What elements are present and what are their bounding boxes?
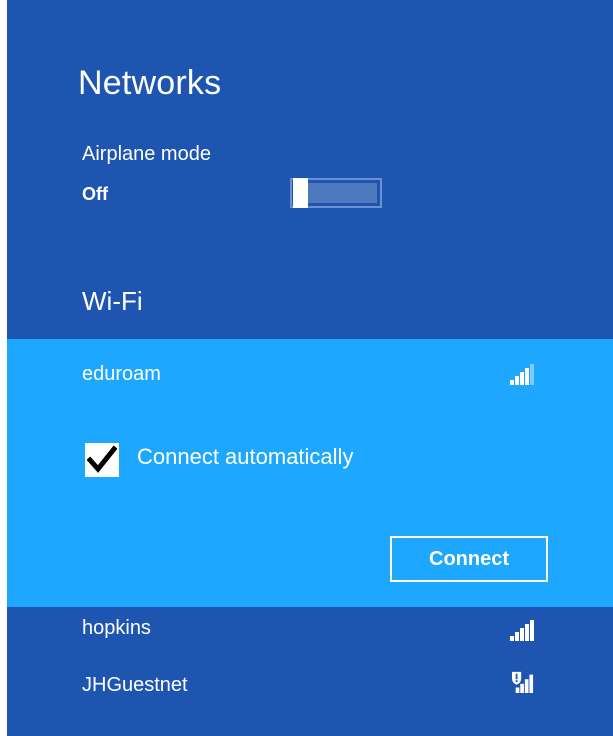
wifi-section-header: Wi-Fi bbox=[82, 286, 143, 316]
networks-panel: Networks Airplane mode Off Wi-Fi eduroam… bbox=[7, 0, 613, 736]
network-item-hopkins[interactable]: hopkins bbox=[7, 617, 613, 663]
airplane-mode-label: Airplane mode bbox=[82, 143, 211, 165]
checkmark-icon bbox=[87, 445, 117, 473]
toggle-track bbox=[308, 183, 377, 203]
wifi-signal-unsecured-icon bbox=[512, 671, 534, 693]
toggle-thumb[interactable] bbox=[293, 178, 308, 208]
page-title: Networks bbox=[78, 64, 222, 102]
network-name: eduroam bbox=[82, 363, 161, 385]
wifi-signal-icon bbox=[510, 620, 534, 641]
network-item-eduroam[interactable]: eduroam Connect automatically Connect bbox=[7, 339, 613, 607]
airplane-mode-toggle[interactable] bbox=[290, 178, 382, 208]
network-item-jhguestnet[interactable]: JHGuestnet bbox=[7, 662, 613, 708]
wifi-signal-icon bbox=[510, 364, 534, 385]
connect-button[interactable]: Connect bbox=[390, 536, 548, 582]
connect-automatically-checkbox[interactable] bbox=[85, 443, 119, 477]
network-name: JHGuestnet bbox=[82, 674, 188, 696]
connect-automatically-label: Connect automatically bbox=[137, 444, 354, 469]
airplane-mode-state: Off bbox=[82, 184, 108, 204]
network-name: hopkins bbox=[82, 617, 151, 639]
